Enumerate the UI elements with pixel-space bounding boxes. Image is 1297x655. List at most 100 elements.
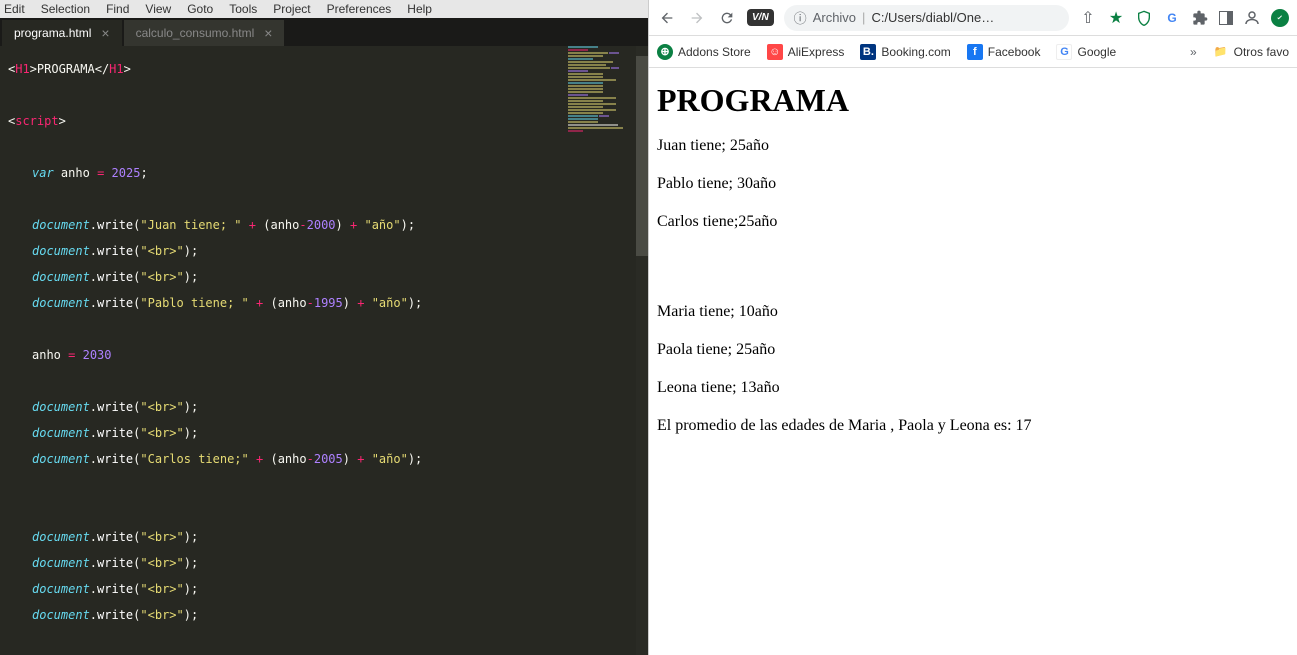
close-icon[interactable]: × — [101, 25, 109, 41]
toolbar-icons: ⇧ ★ G — [1079, 9, 1289, 27]
obj: document — [32, 452, 90, 466]
tab-calculo-consumo[interactable]: calculo_consumo.html × — [124, 20, 285, 46]
tag: H1 — [15, 62, 29, 76]
num: 2000 — [307, 218, 336, 232]
menu-selection[interactable]: Selection — [41, 2, 90, 16]
str: "año" — [372, 452, 408, 466]
output-line: Maria tiene; 10año — [657, 303, 1289, 321]
str: "Pablo tiene; " — [140, 296, 248, 310]
str: "<br>" — [140, 426, 183, 440]
fn: write — [97, 608, 133, 622]
output-line: Carlos tiene;25año — [657, 213, 1289, 231]
url-text: C:/Users/diabl/One… — [871, 10, 994, 25]
obj: document — [32, 608, 90, 622]
num: 2030 — [83, 348, 112, 362]
bookmark-label: Otros favo — [1234, 45, 1289, 59]
star-icon[interactable]: ★ — [1107, 9, 1125, 27]
obj: document — [32, 426, 90, 440]
obj: document — [32, 218, 90, 232]
security-badge-icon[interactable] — [1271, 9, 1289, 27]
num: 2025 — [112, 166, 141, 180]
close-icon[interactable]: × — [264, 25, 272, 41]
menu-preferences[interactable]: Preferences — [327, 2, 392, 16]
var: anho — [32, 348, 61, 362]
bookmark-label: Google — [1077, 45, 1116, 59]
str: "<br>" — [140, 244, 183, 258]
tab-label: programa.html — [14, 26, 91, 40]
profile-icon[interactable] — [1243, 9, 1261, 27]
bookmark-google[interactable]: G Google — [1056, 44, 1116, 60]
bookmark-label: Booking.com — [881, 45, 950, 59]
obj: document — [32, 582, 90, 596]
fn: write — [97, 530, 133, 544]
obj: document — [32, 530, 90, 544]
obj: document — [32, 270, 90, 284]
fn: write — [97, 556, 133, 570]
bookmark-addons-store[interactable]: ⊕ Addons Store — [657, 44, 751, 60]
obj: document — [32, 296, 90, 310]
fn: write — [97, 582, 133, 596]
store-icon: ⊕ — [657, 44, 673, 60]
str: "Juan tiene; " — [140, 218, 241, 232]
booking-icon: B. — [860, 44, 876, 60]
str: "<br>" — [140, 608, 183, 622]
menu-edit[interactable]: Edit — [4, 2, 25, 16]
menu-find[interactable]: Find — [106, 2, 129, 16]
share-icon[interactable]: ⇧ — [1079, 9, 1097, 27]
output-line: Leona tiene; 13año — [657, 379, 1289, 397]
menu-help[interactable]: Help — [407, 2, 432, 16]
var-name: anho — [61, 166, 90, 180]
output-line: Paola tiene; 25año — [657, 341, 1289, 359]
menu-goto[interactable]: Goto — [187, 2, 213, 16]
code-area[interactable]: <H1>PROGRAMA</H1> <script> var anho = 20… — [0, 46, 648, 655]
output-line: Pablo tiene; 30año — [657, 175, 1289, 193]
menu-project[interactable]: Project — [273, 2, 310, 16]
output-line: El promedio de las edades de Maria , Pao… — [657, 417, 1289, 435]
bookmark-label: Facebook — [988, 45, 1041, 59]
browser-pane: V/N ⓘ Archivo | C:/Users/diabl/One… ⇧ ★ … — [648, 0, 1297, 655]
str: "año" — [372, 296, 408, 310]
folder-icon: 📁 — [1213, 44, 1229, 60]
str: "<br>" — [140, 582, 183, 596]
bookmark-label: Addons Store — [678, 45, 751, 59]
fn: write — [97, 270, 133, 284]
bookmark-booking[interactable]: B. Booking.com — [860, 44, 950, 60]
obj: document — [32, 244, 90, 258]
shield-icon[interactable] — [1135, 9, 1153, 27]
forward-button[interactable] — [687, 8, 707, 28]
bookmark-otros-favoritos[interactable]: 📁 Otros favo — [1213, 44, 1289, 60]
editor-pane: Edit Selection Find View Goto Tools Proj… — [0, 0, 648, 655]
var: anho — [278, 296, 307, 310]
back-button[interactable] — [657, 8, 677, 28]
output-line: Juan tiene; 25año — [657, 137, 1289, 155]
vpn-badge[interactable]: V/N — [747, 9, 774, 26]
bookmark-aliexpress[interactable]: ☺AliExpress — [767, 44, 845, 60]
bookmarks-overflow[interactable]: » — [1190, 45, 1197, 59]
fn: write — [97, 452, 133, 466]
str: "<br>" — [140, 270, 183, 284]
translate-icon[interactable]: G — [1163, 9, 1181, 27]
bookmark-label: AliExpress — [788, 45, 845, 59]
info-icon: ⓘ — [794, 8, 807, 27]
obj: document — [32, 400, 90, 414]
minimap[interactable] — [568, 46, 638, 246]
scrollbar[interactable] — [636, 46, 648, 655]
obj: document — [32, 556, 90, 570]
str: "Carlos tiene;" — [140, 452, 248, 466]
menu-tools[interactable]: Tools — [229, 2, 257, 16]
url-sep: | — [862, 10, 865, 25]
url-bar[interactable]: ⓘ Archivo | C:/Users/diabl/One… — [784, 5, 1069, 31]
sidepanel-icon[interactable] — [1219, 11, 1233, 25]
tabs: programa.html × calculo_consumo.html × — [0, 18, 648, 46]
var: anho — [278, 452, 307, 466]
tab-programa[interactable]: programa.html × — [2, 20, 122, 46]
browser-toolbar: V/N ⓘ Archivo | C:/Users/diabl/One… ⇧ ★ … — [649, 0, 1297, 36]
extensions-icon[interactable] — [1191, 9, 1209, 27]
menu-view[interactable]: View — [145, 2, 171, 16]
reload-button[interactable] — [717, 8, 737, 28]
scroll-thumb[interactable] — [636, 56, 648, 256]
bookmark-facebook[interactable]: fFacebook — [967, 44, 1041, 60]
fn: write — [97, 400, 133, 414]
var: anho — [270, 218, 299, 232]
google-icon: G — [1056, 44, 1072, 60]
